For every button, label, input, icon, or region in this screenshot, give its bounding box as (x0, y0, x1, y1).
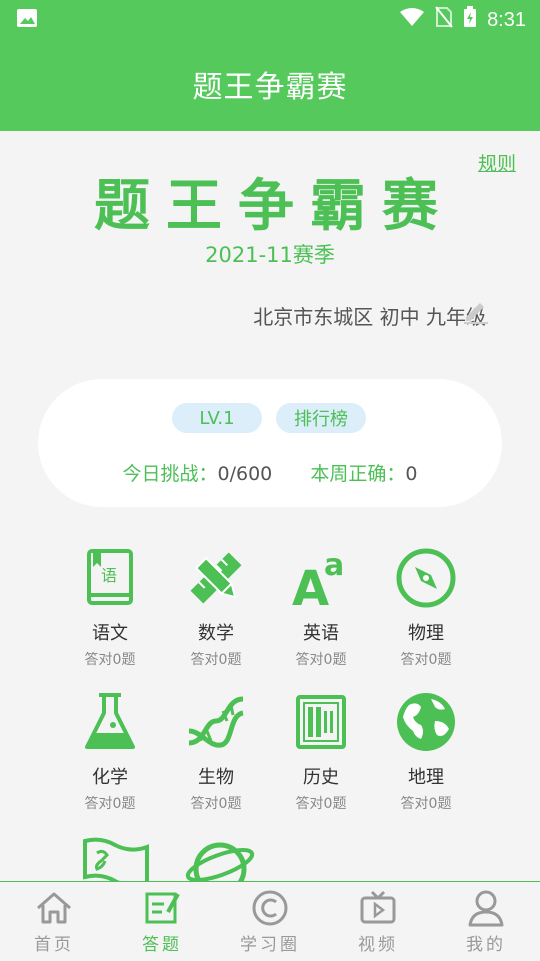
subject-astronomy[interactable] (180, 835, 260, 881)
pencil-edit-icon[interactable] (462, 297, 490, 325)
leaderboard-button[interactable]: 排行榜 (276, 403, 366, 433)
clock-time: 8:31 (487, 8, 526, 31)
flag-icon (83, 837, 149, 881)
subject-name: 地理 (408, 767, 444, 788)
subject-correct-count: 答对0题 (84, 796, 136, 812)
location-grade-label: 北京市东城区 初中 九年级 (253, 305, 486, 329)
subject-correct-count: 答对0题 (400, 652, 452, 668)
subject-geography[interactable]: 地理 答对0题 (386, 691, 466, 813)
image-notification-icon (16, 8, 38, 32)
subject-correct-count: 答对0题 (400, 796, 452, 812)
nav-mine[interactable]: 我的 (432, 882, 540, 961)
subject-correct-count: 答对0题 (190, 652, 242, 668)
book-icon: 语 (87, 549, 133, 605)
nav-study-circle[interactable]: 学习圈 (216, 882, 324, 961)
subject-name: 历史 (303, 767, 339, 788)
subject-correct-count: 答对0题 (190, 796, 242, 812)
globe-icon (397, 693, 455, 751)
subject-correct-count: 答对0题 (295, 796, 347, 812)
tv-play-icon (360, 890, 396, 924)
abacus-icon (296, 695, 346, 749)
stats-row: 今日挑战：0/600 本周正确：0 (38, 459, 502, 486)
week-correct-label: 本周正确： (310, 463, 406, 485)
svg-text:a: a (324, 548, 344, 583)
subject-name: 数学 (198, 623, 234, 644)
home-icon (37, 892, 71, 924)
letter-a-icon: A a (292, 548, 344, 609)
stats-card: LV.1 排行榜 今日挑战：0/600 本周正确：0 (38, 379, 502, 507)
subject-name: 生物 (198, 767, 234, 788)
nav-home[interactable]: 首页 (0, 882, 108, 961)
battery-charging-icon (463, 6, 477, 34)
edit-note-icon (145, 892, 180, 924)
user-icon (468, 890, 504, 927)
subject-chemistry[interactable]: 化学 答对0题 (70, 691, 150, 813)
dna-icon (188, 696, 244, 748)
subject-chinese[interactable]: 语 语文 答对0题 (70, 547, 150, 669)
subject-politics[interactable] (76, 835, 156, 881)
nav-label: 答题 (142, 935, 182, 955)
app-bar: 题王争霸赛 (0, 36, 540, 131)
subject-math[interactable]: 数学 答对0题 (176, 547, 256, 669)
compass-icon (396, 548, 456, 608)
nav-video[interactable]: 视频 (324, 882, 432, 961)
status-bar: 8:31 (0, 0, 540, 36)
wifi-icon (399, 7, 425, 33)
copyright-circle-icon (252, 890, 288, 926)
subject-name: 化学 (92, 767, 128, 788)
app-bar-title: 题王争霸赛 (192, 69, 348, 105)
subject-history[interactable]: 历史 答对0题 (281, 691, 361, 813)
nav-label: 首页 (34, 935, 74, 955)
subject-english[interactable]: A a 英语 答对0题 (281, 547, 361, 669)
nav-label: 学习圈 (240, 935, 300, 955)
subject-name: 语文 (92, 623, 128, 644)
subject-biology[interactable]: 生物 答对0题 (176, 691, 256, 813)
level-badge[interactable]: LV.1 (172, 403, 262, 433)
subject-name: 物理 (408, 623, 444, 644)
flask-icon (85, 693, 135, 749)
subject-physics[interactable]: 物理 答对0题 (386, 547, 466, 669)
today-challenge-label: 今日挑战： (122, 463, 218, 485)
subject-correct-count: 答对0题 (295, 652, 347, 668)
planet-icon (185, 842, 255, 881)
week-correct-value: 0 (405, 463, 418, 485)
bottom-navigation: 首页 答题 学习圈 视频 我的 (0, 881, 540, 960)
nav-answer[interactable]: 答题 (108, 882, 216, 961)
today-challenge-value: 0/600 (217, 463, 273, 485)
nav-label: 视频 (358, 935, 398, 955)
nav-label: 我的 (466, 935, 506, 955)
svg-text:语: 语 (101, 566, 117, 585)
subject-name: 英语 (303, 623, 339, 644)
contest-title: 题王争霸赛 (94, 174, 454, 239)
ruler-pencil-icon (190, 552, 242, 604)
no-sim-icon (435, 6, 453, 34)
subject-correct-count: 答对0题 (84, 652, 136, 668)
season-label: 2021-11赛季 (205, 243, 335, 267)
main-content[interactable]: 规则 题王争霸赛 2021-11赛季 北京市东城区 初中 九年级 LV.1 排行… (0, 131, 540, 881)
